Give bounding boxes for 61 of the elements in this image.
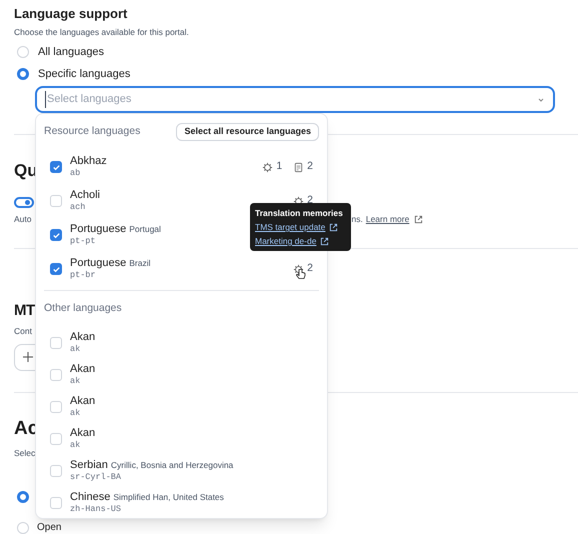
checkbox[interactable] xyxy=(50,161,62,173)
section-heading: MT xyxy=(14,300,35,321)
external-link-icon xyxy=(329,222,338,232)
memory-count: 2 xyxy=(307,261,313,276)
memory-count: 2 xyxy=(307,193,313,208)
setting-description: ns. xyxy=(352,213,363,226)
gear-icon[interactable] xyxy=(293,264,304,274)
language-name: Akan xyxy=(70,427,96,440)
language-name: Akan xyxy=(70,395,96,408)
language-name: Akan xyxy=(70,363,96,376)
checkbox[interactable] xyxy=(50,263,62,275)
memory-link[interactable]: Marketing de-de xyxy=(255,235,316,247)
toggle-switch[interactable] xyxy=(14,197,34,208)
language-name: Portuguese xyxy=(70,223,126,236)
language-code: ach xyxy=(70,202,86,213)
language-name: Serbian xyxy=(70,459,108,472)
language-code: ak xyxy=(70,376,80,387)
language-code: ak xyxy=(70,344,80,355)
language-region: Cyrillic, Bosnia and Herzegovina xyxy=(110,459,234,472)
language-code: zh-Hans-US xyxy=(70,504,122,515)
section-description: Cont xyxy=(14,324,32,338)
check-icon xyxy=(52,230,60,240)
section-title: Language support xyxy=(14,5,128,23)
document-count: 2 xyxy=(307,159,313,174)
radio-label: All languages xyxy=(38,44,104,60)
external-link-icon xyxy=(320,236,330,246)
tooltip-title: Translation memories xyxy=(255,207,344,219)
external-link-icon xyxy=(414,214,424,224)
language-name: Akan xyxy=(70,331,96,344)
language-region: Brazil xyxy=(129,257,151,270)
section-description: Selec xyxy=(14,446,36,460)
language-name: Abkhaz xyxy=(70,155,107,168)
language-code: ak xyxy=(70,408,80,419)
radio-label: Open xyxy=(37,522,62,534)
language-name: Chinese xyxy=(70,491,110,504)
chevron-down-icon xyxy=(537,96,545,104)
radio-button[interactable] xyxy=(17,491,29,504)
language-region: Portugal xyxy=(129,223,161,236)
section-description: Choose the languages available for this portal. xyxy=(14,26,190,38)
language-code: ab xyxy=(70,168,80,179)
check-icon xyxy=(52,264,60,274)
language-code: pt-br xyxy=(70,270,96,281)
memory-link[interactable]: TMS target update xyxy=(255,221,326,233)
group-heading: Other languages xyxy=(44,301,122,316)
memory-count: 1 xyxy=(276,159,282,174)
language-code: pt-pt xyxy=(70,236,96,247)
group-heading: Resource languages xyxy=(44,124,140,140)
plus-icon xyxy=(23,352,33,362)
setting-description: Auto xyxy=(14,213,32,226)
checkbox[interactable] xyxy=(50,229,62,241)
document-icon xyxy=(293,162,304,172)
language-code: ak xyxy=(70,440,80,451)
language-region: Simplified Han, United States xyxy=(113,491,224,504)
language-code: sr-Cyrl-BA xyxy=(70,472,122,483)
language-name: Portuguese xyxy=(70,257,126,270)
language-name: Acholi xyxy=(70,189,100,202)
check-icon xyxy=(52,162,60,172)
radio-button[interactable] xyxy=(17,68,29,80)
learn-more-link[interactable]: Learn more xyxy=(366,213,410,226)
select-all-button[interactable]: Select all resource languages xyxy=(176,123,319,141)
radio-label: Specific languages xyxy=(38,66,130,82)
